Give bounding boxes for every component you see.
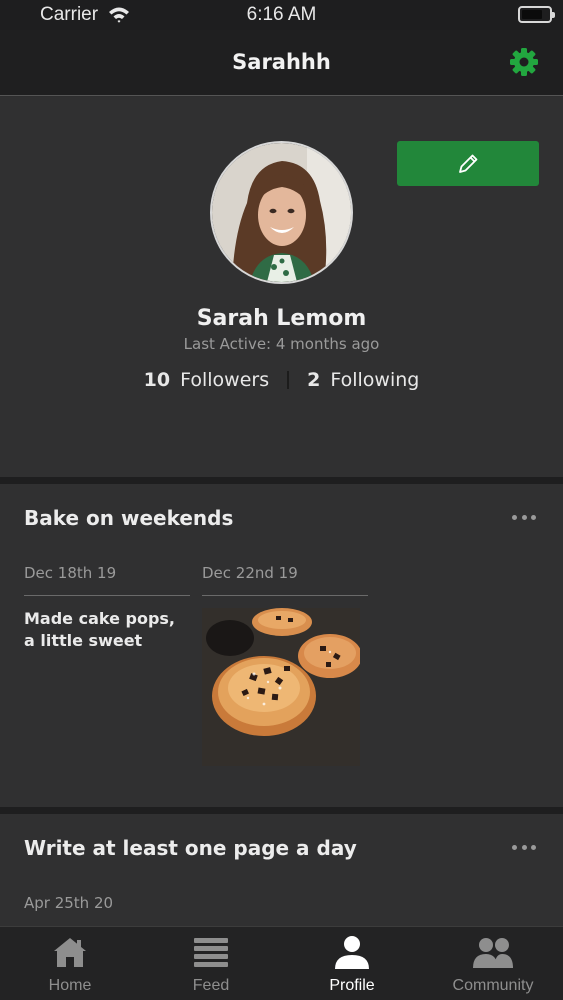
tab-home[interactable]: Home bbox=[0, 927, 140, 1000]
entry-date: Dec 22nd 19 bbox=[202, 564, 368, 596]
habit-card[interactable]: Write at least one page a day Apr 25th 2… bbox=[0, 814, 563, 926]
status-bar: Carrier 6:16 AM bbox=[0, 0, 563, 30]
followers-label: Followers bbox=[180, 369, 270, 391]
community-icon bbox=[473, 938, 513, 968]
tab-label: Profile bbox=[329, 977, 375, 994]
tab-label: Home bbox=[48, 977, 92, 994]
habit-title: Bake on weekends bbox=[24, 506, 234, 530]
followers-count: 10 bbox=[143, 369, 171, 391]
edit-profile-button[interactable] bbox=[397, 141, 539, 186]
nav-bar: Sarahhh bbox=[0, 30, 563, 96]
home-icon bbox=[54, 938, 86, 967]
tab-profile[interactable]: Profile bbox=[282, 927, 422, 1000]
avatar-image bbox=[212, 143, 351, 282]
habit-entry[interactable]: Dec 22nd 19 bbox=[202, 564, 368, 766]
profile-name: Sarah Lemom bbox=[196, 306, 367, 331]
followers-link[interactable]: 10 Followers bbox=[144, 369, 269, 391]
tab-feed[interactable]: Feed bbox=[141, 927, 281, 1000]
pencil-icon bbox=[459, 154, 478, 173]
habit-entry[interactable]: Apr 25th 20 bbox=[24, 894, 190, 925]
follow-divider bbox=[287, 371, 290, 389]
profile-icon bbox=[335, 936, 369, 969]
more-options-icon[interactable] bbox=[512, 842, 536, 852]
tab-bar: Home Feed Profile Community bbox=[0, 926, 563, 1000]
status-time: 6:16 AM bbox=[246, 4, 317, 25]
following-label: Following bbox=[330, 369, 420, 391]
follow-stats: 10 Followers 2 Following bbox=[0, 369, 563, 391]
entry-date: Dec 18th 19 bbox=[24, 564, 190, 596]
gear-icon[interactable] bbox=[508, 46, 540, 78]
habit-entry[interactable]: Dec 18th 19 Made cake pops, a little swe… bbox=[24, 564, 190, 652]
tab-label: Feed bbox=[192, 977, 230, 994]
cookie-photo[interactable] bbox=[202, 608, 360, 766]
following-count: 2 bbox=[307, 369, 321, 391]
more-options-icon[interactable] bbox=[512, 512, 536, 522]
last-active-text: Last Active: 4 months ago bbox=[183, 335, 380, 353]
habit-card[interactable]: Bake on weekends Dec 18th 19 Made cake p… bbox=[0, 484, 563, 807]
battery-icon bbox=[518, 6, 555, 23]
section-divider bbox=[0, 477, 563, 484]
tab-label: Community bbox=[452, 977, 534, 994]
entry-date: Apr 25th 20 bbox=[24, 894, 114, 912]
profile-header: Sarah Lemom Last Active: 4 months ago 10… bbox=[0, 97, 563, 477]
habit-title: Write at least one page a day bbox=[24, 836, 357, 860]
entry-note: Made cake pops, a little sweet bbox=[24, 609, 176, 650]
page-title: Sarahhh bbox=[232, 50, 331, 74]
feed-icon bbox=[194, 938, 228, 967]
tab-community[interactable]: Community bbox=[423, 927, 563, 1000]
section-divider bbox=[0, 807, 563, 814]
avatar[interactable] bbox=[210, 141, 353, 284]
following-link[interactable]: 2 Following bbox=[307, 369, 419, 391]
